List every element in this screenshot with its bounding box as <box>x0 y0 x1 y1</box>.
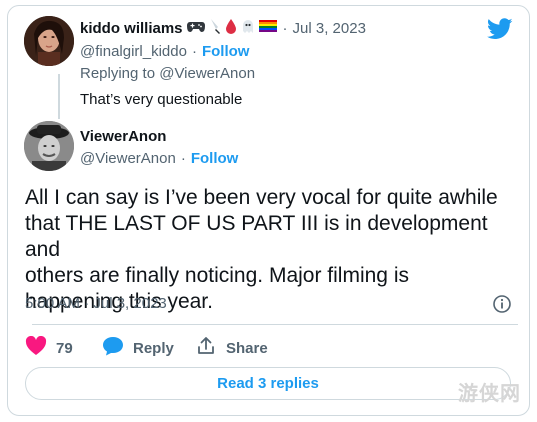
reply-tweet-handle-row: @finalgirl_kiddo · Follow <box>80 41 249 61</box>
read-replies-button[interactable]: Read 3 replies <box>25 367 511 400</box>
reply-tweet-text: That’s very questionable <box>80 91 243 108</box>
watermark-text: 游侠网 <box>458 383 521 405</box>
reply-bubble-icon <box>102 336 124 361</box>
tweet-text-line: All I can say is I’ve been very vocal fo… <box>25 186 498 209</box>
tweet-text-line: others are finally noticing. Major filmi… <box>25 264 409 287</box>
replying-to-text: Replying to @ViewerAnon <box>80 65 256 82</box>
heart-icon <box>25 335 47 361</box>
twitter-logo-icon[interactable] <box>486 18 513 40</box>
user-handle[interactable]: @finalgirl_kiddo <box>80 43 187 60</box>
reply-label: Reply <box>133 339 174 357</box>
tweet-timestamp[interactable]: 5:00 AM · Jul 3, 2023 <box>25 294 167 314</box>
display-name[interactable]: kiddo williams <box>80 20 183 37</box>
blood-drop-icon <box>225 18 237 39</box>
avatar-vieweranon[interactable] <box>24 121 74 171</box>
like-action[interactable]: 79 <box>25 335 73 361</box>
rainbow-flag-icon <box>258 19 277 38</box>
reply-tweet-date[interactable]: Jul 3, 2023 <box>293 20 366 37</box>
main-display-name[interactable]: ViewerAnon <box>80 126 166 148</box>
follow-button[interactable]: Follow <box>202 43 250 60</box>
share-action[interactable]: Share <box>196 336 268 360</box>
tweet-embed-card: kiddo williams · Jul 3, 2023 @finalgirl_… <box>7 5 530 416</box>
user-handle[interactable]: @ViewerAnon <box>80 150 176 167</box>
thread-connector-line <box>58 74 60 119</box>
reply-tweet-header: kiddo williams · Jul 3, 2023 <box>80 17 366 39</box>
main-tweet-handle-row: @ViewerAnon · Follow <box>80 148 238 168</box>
game-controller-icon <box>186 19 205 38</box>
separator-dot: · <box>282 19 288 37</box>
info-icon[interactable] <box>492 294 512 314</box>
separator-dot: · <box>191 42 197 60</box>
ghost-icon <box>241 18 255 39</box>
separator-dot: · <box>180 149 186 167</box>
follow-button[interactable]: Follow <box>191 150 239 167</box>
divider <box>32 324 518 325</box>
share-icon <box>196 336 216 361</box>
knife-icon <box>209 18 221 39</box>
reply-action[interactable]: Reply <box>102 336 174 360</box>
share-label: Share <box>226 339 268 357</box>
avatar-kiddo-williams[interactable] <box>24 16 74 66</box>
tweet-text-line: that THE LAST OF US PART III is in devel… <box>25 212 488 261</box>
like-count: 79 <box>56 339 73 357</box>
